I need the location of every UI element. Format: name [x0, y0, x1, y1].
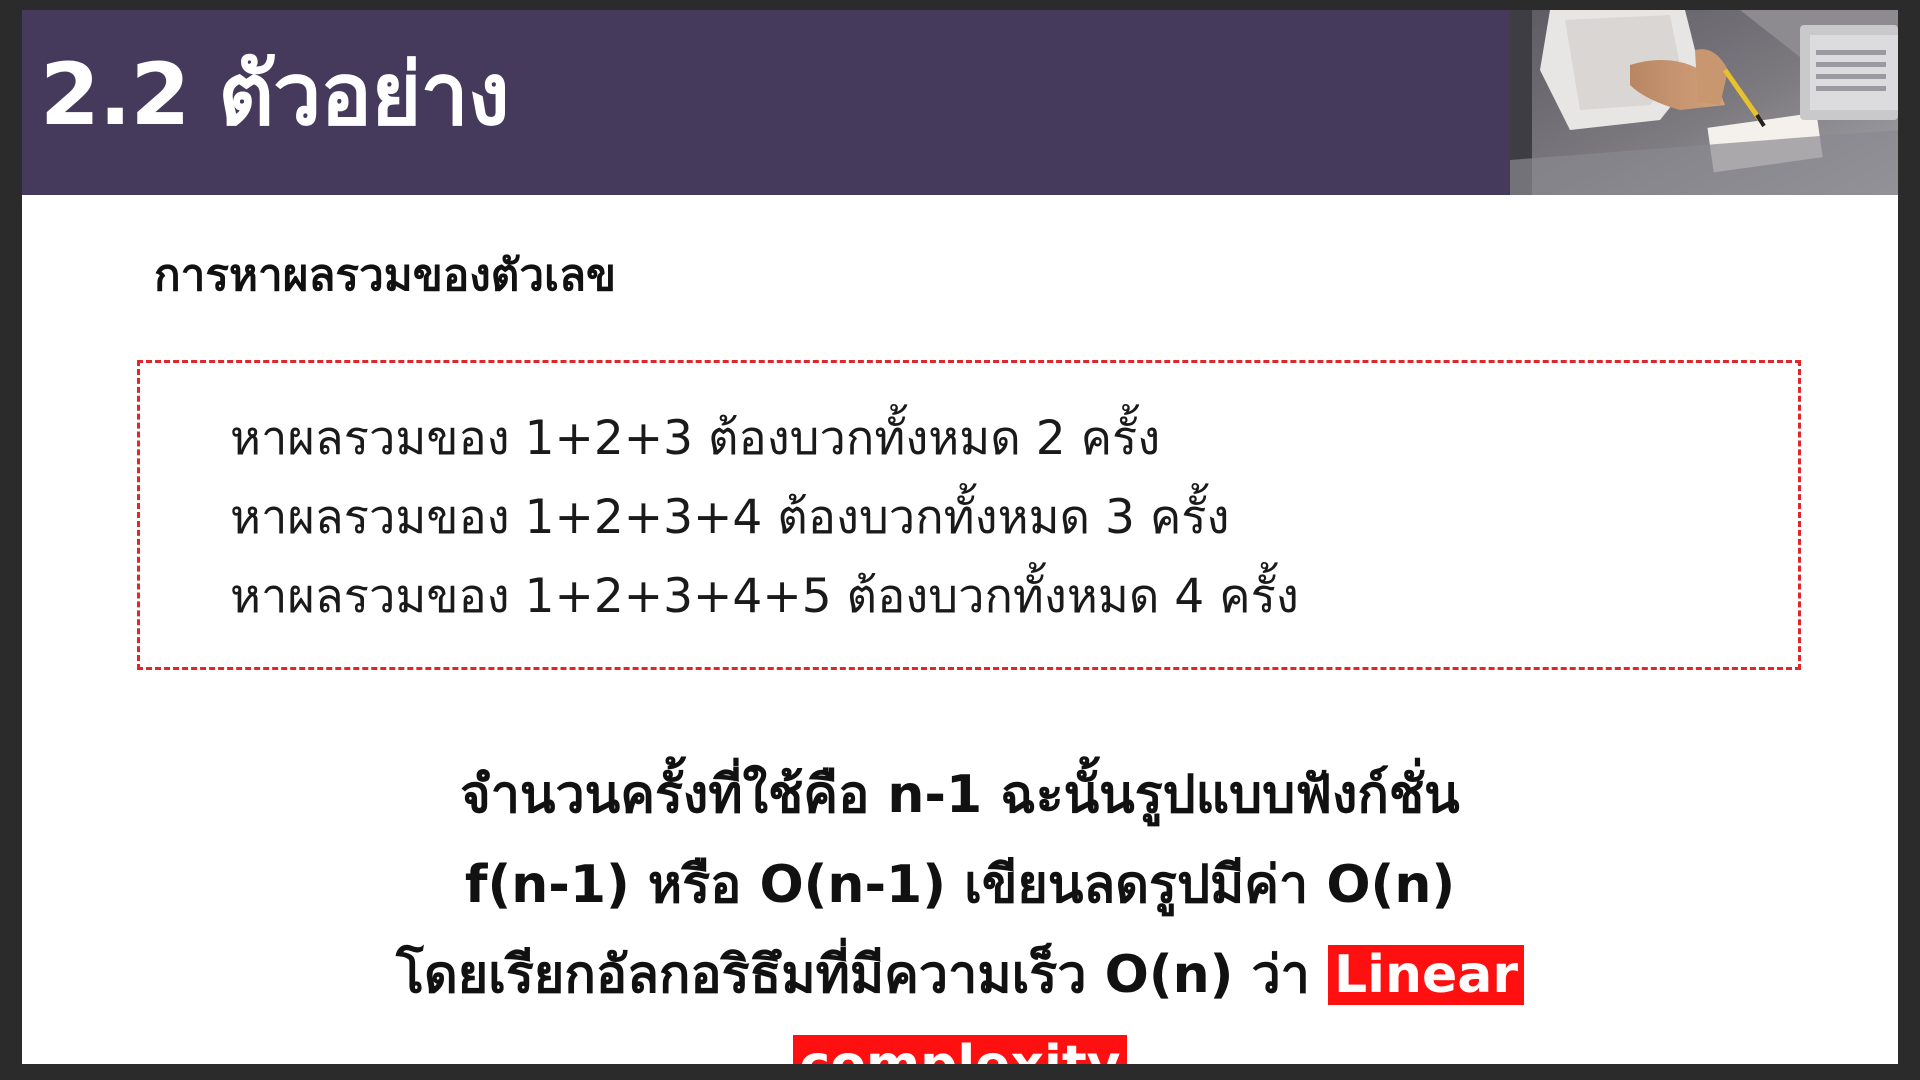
section-subtitle: การหาผลรวมของตัวเลข [154, 250, 617, 301]
example-line: หาผลรวมของ 1+2+3 ต้องบวกทั้งหมด 2 ครั้ง [230, 411, 1161, 466]
window-bottom-edge [0, 1064, 1920, 1080]
example-line: หาผลรวมของ 1+2+3+4 ต้องบวกทั้งหมด 3 ครั้… [230, 490, 1230, 545]
conclusion-line-4: complexity [22, 1020, 1898, 1064]
example-list: หาผลรวมของ 1+2+3 ต้องบวกทั้งหมด 2 ครั้ง … [230, 399, 1299, 636]
example-box: หาผลรวมของ 1+2+3 ต้องบวกทั้งหมด 2 ครั้ง … [137, 360, 1801, 670]
conclusion-line-1: จำนวนครั้งที่ใช้คือ n-1 ฉะนั้นรูปแบบฟังก… [460, 765, 1460, 825]
conclusion-text: จำนวนครั้งที่ใช้คือ n-1 ฉะนั้นรูปแบบฟังก… [22, 750, 1898, 1064]
example-line: หาผลรวมของ 1+2+3+4+5 ต้องบวกทั้งหมด 4 คร… [230, 569, 1299, 624]
highlight-linear: Linear [1327, 945, 1524, 1005]
conclusion-line-3: โดยเรียกอัลกอริธึมที่มีความเร็ว O(n) ว่า… [22, 930, 1898, 1020]
slide-title: 2.2 ตัวอย่าง [40, 45, 510, 145]
highlight-complexity: complexity [793, 1035, 1127, 1064]
slide: 2.2 ตัวอย่าง การหาผลรวมของตัวเลข หาผลรวม… [22, 10, 1898, 1064]
conclusion-line-3-text: โดยเรียกอัลกอริธึมที่มีความเร็ว O(n) ว่า [396, 945, 1310, 1005]
conclusion-line-2: f(n-1) หรือ O(n-1) เขียนลดรูปมีค่า O(n) [464, 855, 1456, 915]
header-bar: 2.2 ตัวอย่าง [22, 10, 1898, 195]
person-writing-photo [1510, 10, 1898, 195]
